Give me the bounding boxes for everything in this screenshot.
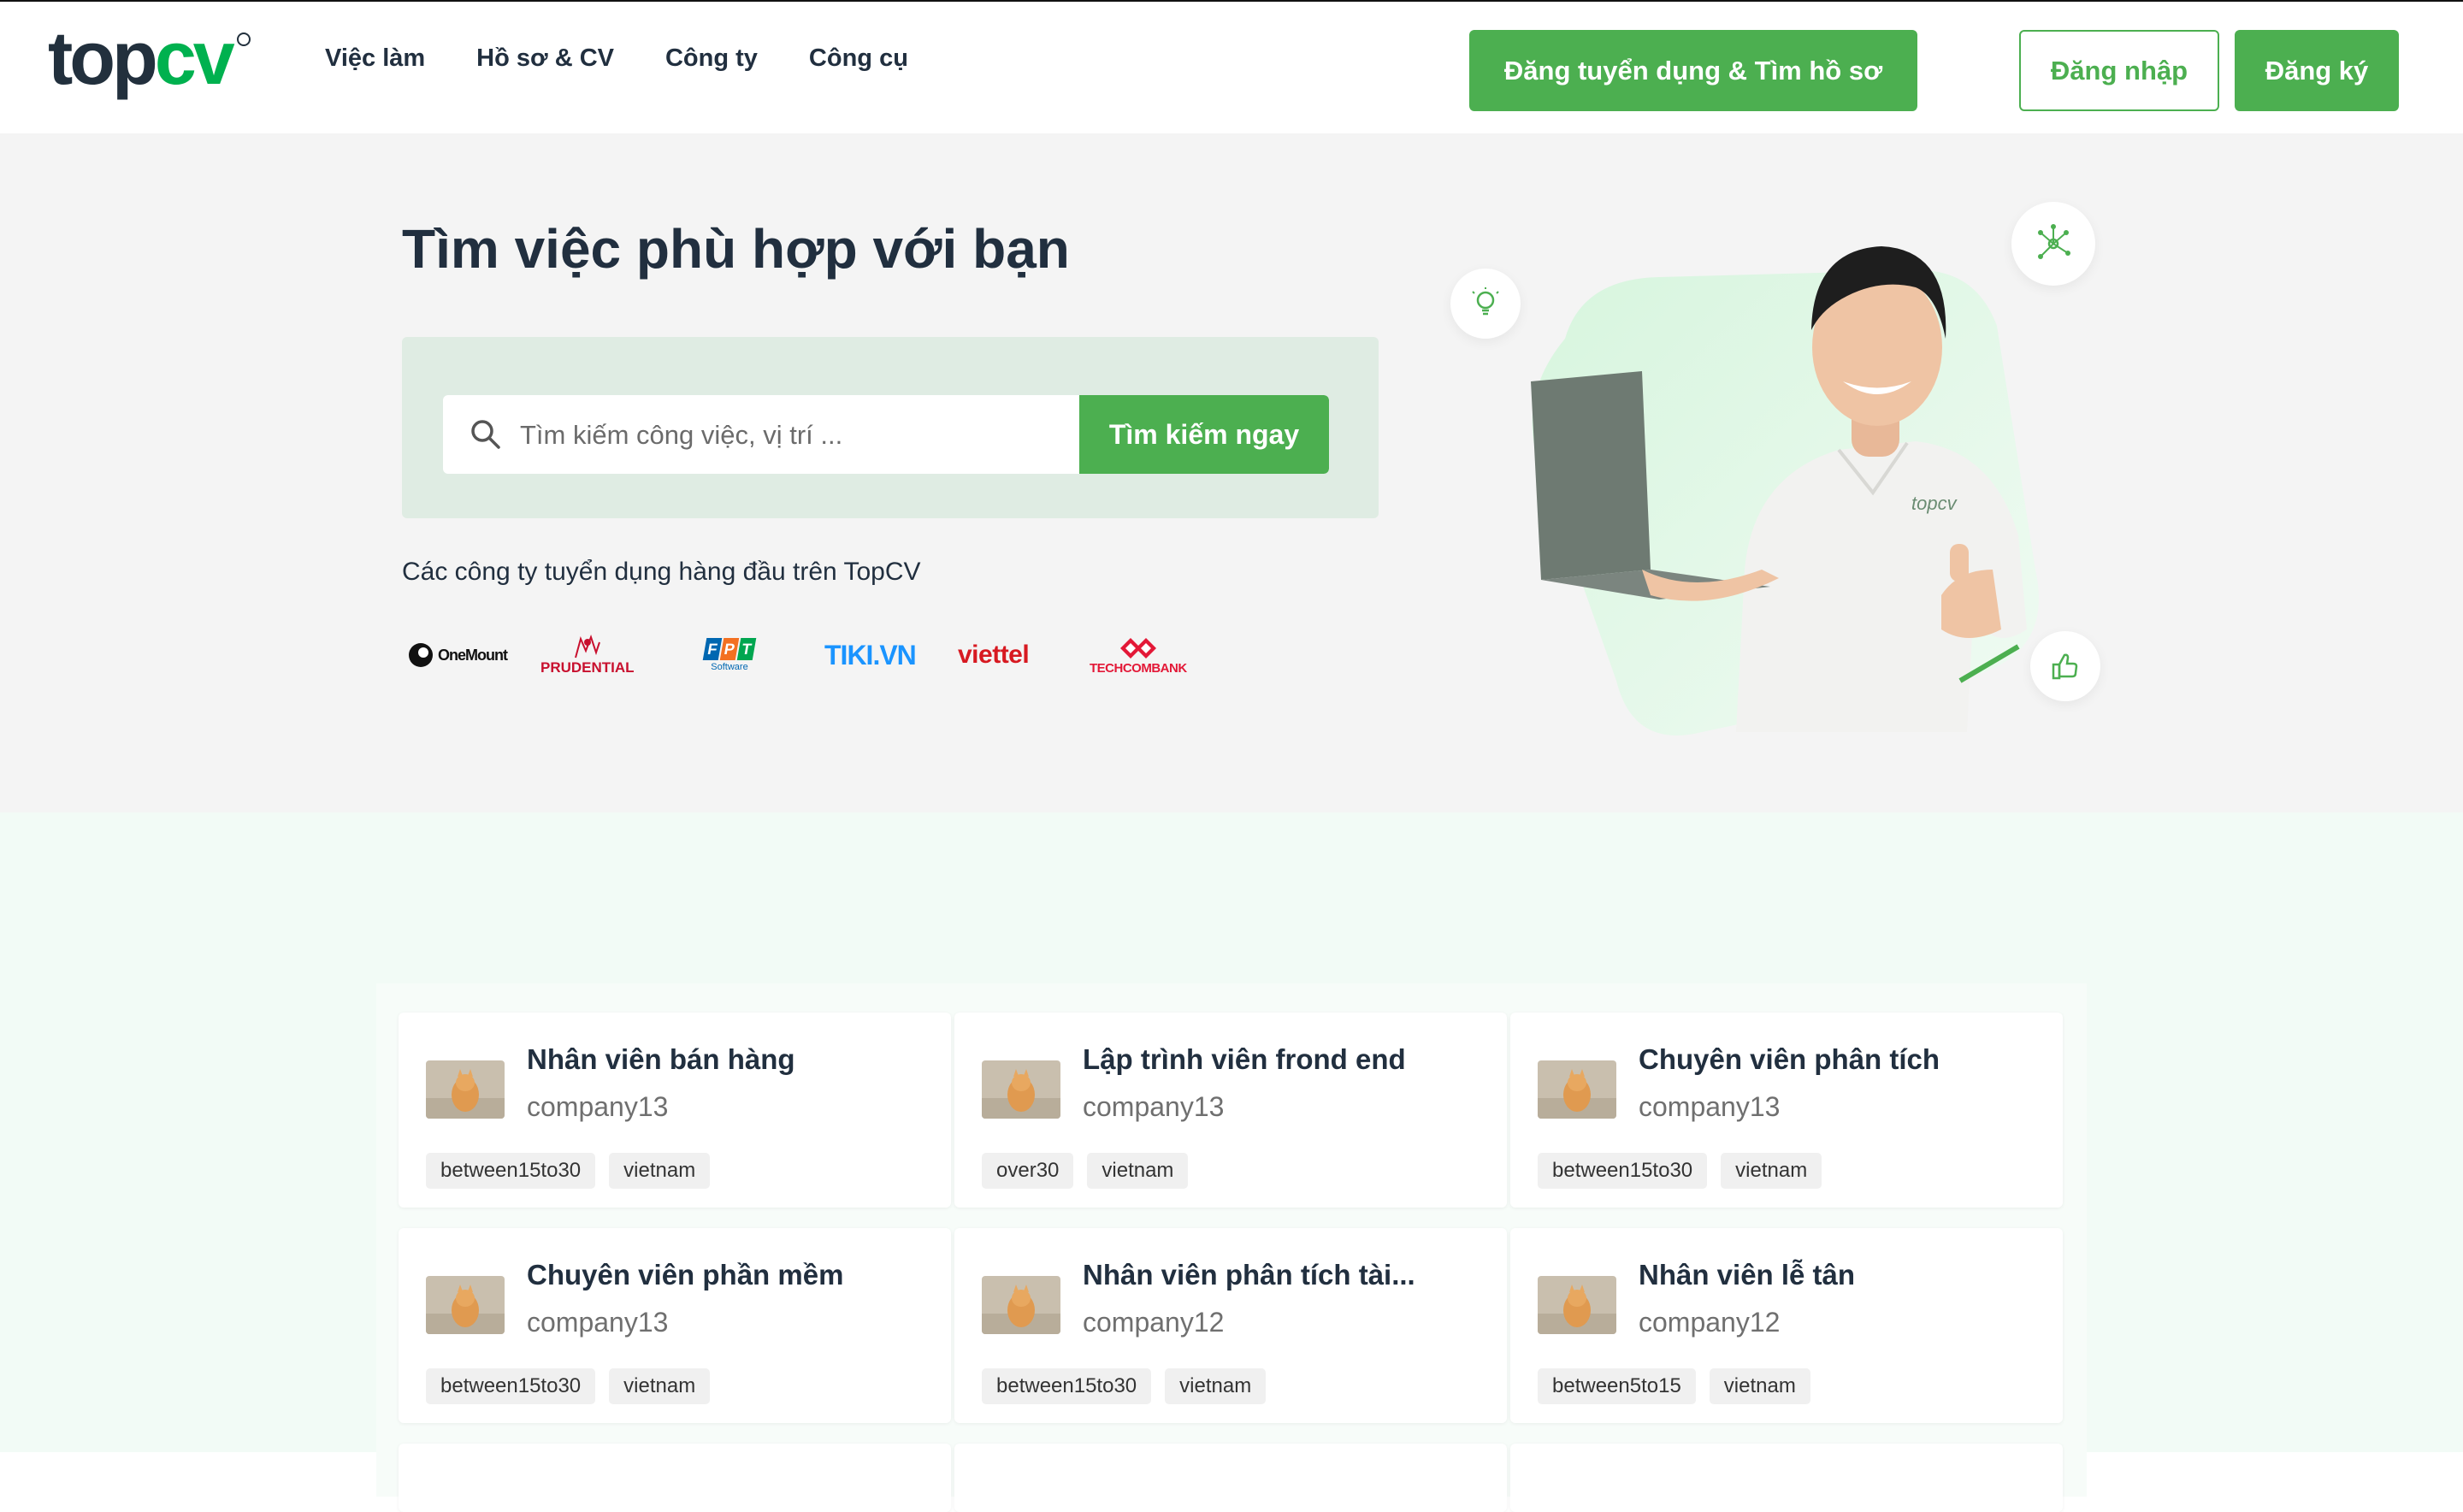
search-panel: Tìm kiếm ngay [402, 337, 1379, 518]
location-tag[interactable]: vietnam [609, 1368, 711, 1404]
job-tags: between15to30 vietnam [1538, 1153, 1822, 1189]
salary-tag[interactable]: between15to30 [426, 1153, 596, 1189]
hero-illustration: topcv [1437, 168, 2121, 818]
company-name[interactable]: company13 [1083, 1091, 1224, 1123]
job-card[interactable]: Chuyên viên phân tích company13 between1… [1510, 1013, 2063, 1208]
svg-text:topcv: topcv [1911, 493, 1958, 514]
job-card-partial[interactable] [399, 1444, 951, 1512]
company-name[interactable]: company12 [1083, 1307, 1224, 1338]
registered-mark-icon [236, 32, 251, 46]
job-card-partial[interactable] [954, 1444, 1507, 1512]
thumbs-up-badge [2030, 631, 2100, 701]
nav-item-profile-cv[interactable]: Hồ sơ & CV [476, 44, 614, 73]
company-logo-fpt[interactable]: F P T Software [702, 621, 757, 689]
job-card[interactable]: Nhân viên phân tích tài... company12 bet… [954, 1228, 1507, 1423]
job-card[interactable]: Nhân viên bán hàng company13 between15to… [399, 1013, 951, 1208]
topcv-logo[interactable]: top cv [48, 21, 251, 115]
company-name[interactable]: company13 [527, 1307, 668, 1338]
salary-tag[interactable]: between15to30 [426, 1368, 596, 1404]
salary-tag[interactable]: between15to30 [1538, 1153, 1708, 1189]
job-title[interactable]: Nhân viên bán hàng [527, 1043, 929, 1076]
search-box: Tìm kiếm ngay [443, 395, 1329, 474]
company-logo-onemount[interactable]: OneMount [407, 621, 508, 689]
prudential-mark-icon [574, 635, 600, 659]
job-title[interactable]: Chuyên viên phần mềm [527, 1259, 929, 1291]
top-companies-label: Các công ty tuyển dụng hàng đầu trên Top… [402, 558, 921, 586]
job-title[interactable]: Nhân viên lễ tân [1639, 1259, 2041, 1291]
nav-item-tools[interactable]: Công cụ [809, 44, 908, 73]
job-title[interactable]: Chuyên viên phân tích [1639, 1043, 2041, 1076]
company-logo-techcombank[interactable]: TECHCOMBANK [1090, 621, 1187, 689]
thumbs-up-icon [2052, 653, 2078, 680]
company-thumbnail [982, 1060, 1060, 1119]
search-button[interactable]: Tìm kiếm ngay [1079, 395, 1329, 474]
location-tag[interactable]: vietnam [1709, 1368, 1810, 1404]
company-logo-viettel[interactable]: viettel [958, 621, 1030, 689]
top-header: top cv Việc làm Hồ sơ & CV Công ty Công c… [0, 0, 2463, 133]
company-logo-prudential[interactable]: PRUDENTIAL [540, 621, 635, 689]
salary-tag[interactable]: over30 [982, 1153, 1074, 1189]
company-name[interactable]: company13 [1639, 1091, 1780, 1123]
main-nav: Việc làm Hồ sơ & CV Công ty Công cụ [325, 44, 960, 73]
techcombank-mark-icon [1119, 637, 1156, 659]
lightbulb-badge [1450, 269, 1521, 339]
jobs-section: Nhân viên bán hàng company13 between15to… [0, 812, 2463, 1512]
search-input[interactable] [518, 395, 1078, 474]
nav-item-jobs[interactable]: Việc làm [325, 44, 425, 73]
job-title[interactable]: Lập trình viên frond end [1083, 1043, 1485, 1076]
register-button[interactable]: Đăng ký [2235, 30, 2399, 111]
salary-tag[interactable]: between5to15 [1538, 1368, 1696, 1404]
nav-item-companies[interactable]: Công ty [665, 44, 758, 73]
company-thumbnail [1538, 1060, 1616, 1119]
job-tags: between5to15 vietnam [1538, 1368, 1810, 1404]
location-tag[interactable]: vietnam [1087, 1153, 1189, 1189]
company-thumbnail [426, 1276, 505, 1334]
company-thumbnail [426, 1060, 505, 1119]
job-tags: between15to30 vietnam [426, 1153, 711, 1189]
hero-section: Tìm việc phù hợp với bạn Tìm kiếm ngay C… [0, 133, 2463, 812]
onemount-mark-icon [409, 643, 433, 667]
network-badge [2011, 202, 2095, 286]
network-nodes-icon [2038, 224, 2070, 259]
login-button[interactable]: Đăng nhập [2019, 30, 2219, 111]
job-card-partial[interactable] [1510, 1444, 2063, 1512]
company-logo-tiki[interactable]: TIKI.VN [824, 621, 917, 689]
job-card[interactable]: Nhân viên lễ tân company12 between5to15 … [1510, 1228, 2063, 1423]
company-thumbnail [982, 1276, 1060, 1334]
job-card[interactable]: Lập trình viên frond end company13 over3… [954, 1013, 1507, 1208]
hero-title: Tìm việc phù hợp với bạn [402, 218, 1070, 280]
salary-tag[interactable]: between15to30 [982, 1368, 1152, 1404]
location-tag[interactable]: vietnam [1165, 1368, 1267, 1404]
company-name[interactable]: company13 [527, 1091, 668, 1123]
job-list: Nhân viên bán hàng company13 between15to… [376, 983, 2087, 1512]
location-tag[interactable]: vietnam [609, 1153, 711, 1189]
job-tags: over30 vietnam [982, 1153, 1189, 1189]
company-logos: OneMount PRUDENTIAL F P T Software TIKI.… [402, 621, 1223, 689]
search-icon [471, 420, 500, 449]
job-tags: between15to30 vietnam [426, 1368, 711, 1404]
job-card[interactable]: Chuyên viên phần mềm company13 between15… [399, 1228, 951, 1423]
company-thumbnail [1538, 1276, 1616, 1334]
job-tags: between15to30 vietnam [982, 1368, 1267, 1404]
lightbulb-icon [1472, 287, 1499, 316]
post-job-button[interactable]: Đăng tuyển dụng & Tìm hồ sơ [1469, 30, 1917, 111]
company-name[interactable]: company12 [1639, 1307, 1780, 1338]
location-tag[interactable]: vietnam [1721, 1153, 1822, 1189]
job-title[interactable]: Nhân viên phân tích tài... [1083, 1259, 1485, 1291]
